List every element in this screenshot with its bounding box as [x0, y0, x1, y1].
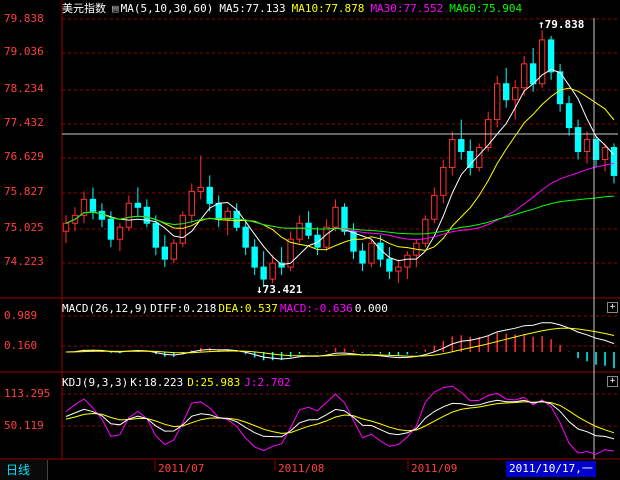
ma10-line	[65, 87, 615, 251]
candle-body	[449, 139, 456, 168]
high-annotation: ↑79.838	[538, 18, 585, 31]
kdj-expand-button[interactable]: +	[607, 376, 618, 387]
candle-body	[494, 83, 501, 121]
candle-body	[251, 246, 258, 268]
ma10-value: MA10:77.878	[291, 2, 365, 15]
index-name: 美元指数	[62, 2, 106, 15]
kdj-k-line	[65, 399, 615, 440]
macd-diff-line	[65, 322, 615, 360]
candle-body	[556, 71, 564, 105]
price-axis-label: 76.629	[4, 150, 44, 163]
period-tab-daily[interactable]: 日线	[0, 460, 48, 480]
price-axis-label: 75.025	[4, 221, 44, 234]
ma30-value: MA30:77.552	[370, 2, 444, 15]
candle-body	[125, 202, 133, 228]
candle-body	[520, 63, 528, 89]
candle-body	[197, 186, 204, 192]
candle-body	[269, 262, 276, 280]
kdj-axis-label: 50.119	[4, 419, 44, 432]
candle-body	[323, 226, 330, 248]
candle-body	[98, 210, 106, 220]
month-label: 2011/09	[411, 462, 458, 475]
candle-body	[601, 147, 609, 160]
candle-body	[296, 222, 303, 240]
price-axis-label: 78.234	[4, 82, 44, 95]
candle-body	[170, 242, 177, 260]
price-axis-label: 77.432	[4, 116, 44, 129]
candle-body	[89, 198, 97, 212]
macd-axis-label: 0.989	[4, 309, 38, 322]
candle-body	[386, 258, 393, 272]
kdj-d: D:25.983	[187, 376, 241, 389]
ma5-value: MA5:77.133	[219, 2, 286, 15]
low-annotation: ↓73.421	[256, 283, 303, 296]
candle-body	[62, 222, 70, 232]
candle-body	[242, 226, 249, 248]
candle-body	[368, 242, 375, 264]
macd-diff: DIFF:0.218	[150, 302, 217, 315]
candle-body	[422, 218, 429, 244]
candle-body	[511, 87, 519, 101]
candle-body	[215, 202, 222, 220]
kdj-label: KDJ(9,3,3)	[62, 376, 129, 389]
price-axis-label: 74.223	[4, 255, 44, 268]
macd-expand-button[interactable]: +	[607, 302, 618, 313]
candle-body	[610, 147, 618, 176]
stock-chart-canvas[interactable]	[0, 0, 620, 480]
candle-body	[583, 139, 591, 153]
price-axis-label: 75.827	[4, 185, 44, 198]
candle-body	[395, 266, 402, 272]
high-value: 79.838	[544, 18, 585, 31]
ma60-value: MA60:75.904	[449, 2, 523, 15]
candle-body	[574, 127, 582, 153]
kdj-header: KDJ(9,3,3) K:18.223 D:25.983 J:2.702	[62, 376, 297, 389]
price-axis-label: 79.036	[4, 45, 44, 58]
candle-body	[107, 218, 115, 240]
macd-axis-label: 0.160	[4, 339, 38, 352]
macd-value: MACD:-0.636	[279, 302, 353, 315]
candle-body	[341, 206, 348, 232]
candle-body	[565, 103, 573, 129]
candle-body	[305, 222, 312, 236]
candle-body	[134, 202, 142, 208]
candle-body	[332, 206, 339, 228]
month-label: 2011/07	[158, 462, 205, 475]
kdj-axis-label: 113.295	[4, 387, 51, 400]
candle-body	[440, 166, 447, 196]
macd-label: MACD(26,12,9)	[62, 302, 149, 315]
candle-body	[179, 214, 186, 244]
candle-body	[503, 83, 510, 101]
macd-dea: DEA:0.537	[218, 302, 278, 315]
kdj-k: K:18.223	[130, 376, 184, 389]
candle-body	[206, 186, 213, 204]
candle-body	[116, 226, 124, 240]
ma5-line	[65, 68, 615, 266]
candle-body	[431, 194, 438, 220]
macd-dea-line	[65, 327, 615, 357]
candle-body	[404, 254, 411, 268]
candle-body	[188, 190, 195, 216]
macd-header: MACD(26,12,9) DIFF:0.218 DEA:0.537 MACD:-0.…	[62, 302, 394, 315]
candle-body	[260, 266, 267, 280]
candle-body	[547, 39, 555, 73]
kdj-d-line	[65, 401, 615, 434]
candle-body	[359, 250, 366, 264]
month-label: 2011/08	[278, 462, 325, 475]
kdj-j: J:2.702	[244, 376, 291, 389]
candle-body	[476, 147, 483, 168]
price-axis-label: 79.838	[4, 12, 44, 25]
ma-header: 美元指数 ▤ MA(5,10,30,60) MA5:77.133 MA10:77.878…	[62, 2, 528, 15]
candle-body	[350, 230, 357, 252]
cursor-date-badge: 2011/10/17,一	[506, 461, 596, 477]
candle-body	[529, 63, 537, 85]
macd-extra: 0.000	[354, 302, 388, 315]
candle-body	[152, 222, 160, 248]
low-value: 73.421	[262, 283, 303, 296]
candle-body	[458, 139, 465, 153]
ma-label: MA(5,10,30,60)	[120, 2, 214, 15]
ma-settings-icon[interactable]: ▤	[112, 2, 119, 15]
candle-body	[161, 246, 169, 260]
